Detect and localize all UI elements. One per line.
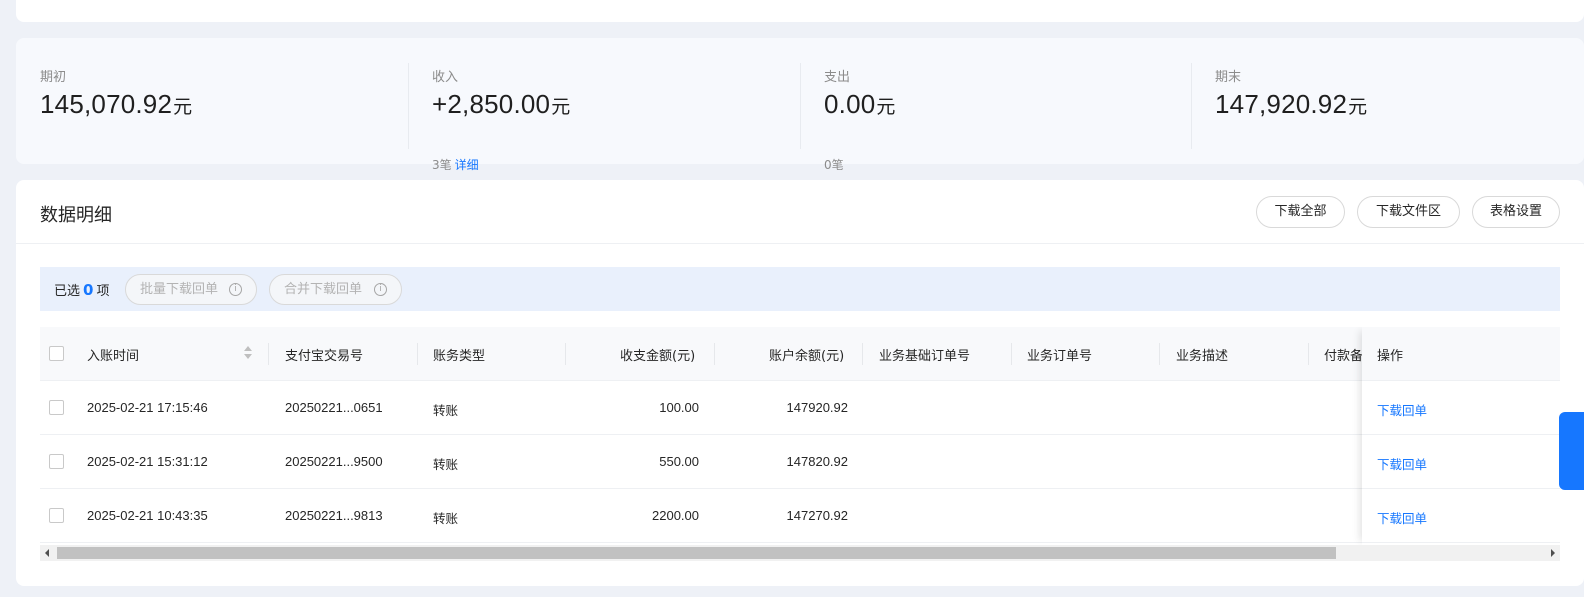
scrollbar-thumb[interactable]	[57, 547, 1336, 559]
balance-summary: 期初 145,070.92元 收入 +2,850.00元 3笔 详细 支出 0.0…	[16, 38, 1584, 172]
column-type: 账务类型	[433, 349, 486, 364]
column-divider	[565, 343, 566, 365]
horizontal-scrollbar[interactable]	[40, 545, 1560, 561]
floating-side-tab[interactable]	[1559, 412, 1584, 490]
transactions-table: 入账时间 支付宝交易号 账务类型 收支金额(元) 账户余额(元) 业务基础订单号…	[40, 327, 1560, 545]
selection-bar: 已选 0 项 批量下载回单 i 合并下载回单 i	[40, 267, 1560, 311]
merge-download-receipts-button[interactable]: 合并下载回单 i	[269, 274, 402, 305]
income-detail-link[interactable]: 详细	[455, 158, 479, 172]
cell-balance: 147820.92	[786, 454, 848, 469]
cell-balance: 147270.92	[786, 508, 848, 523]
column-divider	[714, 343, 715, 365]
expense-stat: 支出 0.00元 0笔	[800, 63, 1192, 172]
table-row: 2025-02-21 17:15:46 20250221...0651 转账 1…	[40, 381, 1560, 435]
column-divider	[1011, 343, 1012, 365]
info-circle-icon: i	[229, 283, 242, 296]
info-circle-icon: i	[374, 283, 387, 296]
download-receipt-link[interactable]: 下载回单	[1377, 508, 1427, 527]
cell-trade-no: 20250221...9500	[285, 454, 383, 469]
expense-amount: 0.00元	[824, 89, 896, 119]
column-payment-note: 付款备	[1324, 349, 1364, 364]
select-all-checkbox[interactable]	[49, 346, 64, 361]
action-cell: 下载回单	[1362, 435, 1560, 489]
closing-label: 期末	[1215, 70, 1242, 85]
cell-time: 2025-02-21 10:43:35	[87, 508, 208, 523]
row-checkbox[interactable]	[49, 400, 64, 415]
column-divider	[268, 343, 269, 365]
cell-time: 2025-02-21 15:31:12	[87, 454, 208, 469]
closing-stat: 期末 147,920.92元	[1191, 63, 1583, 151]
opening-label: 期初	[40, 70, 67, 85]
income-amount: +2,850.00元	[432, 89, 571, 119]
column-balance: 账户余额(元)	[769, 349, 845, 364]
column-base-order: 业务基础订单号	[879, 349, 971, 364]
action-header-cell: 操作	[1362, 327, 1560, 381]
cell-amount: 100.00	[659, 400, 699, 415]
row-checkbox[interactable]	[49, 508, 64, 523]
row-checkbox[interactable]	[49, 454, 64, 469]
income-label: 收入	[432, 70, 459, 85]
cell-trade-no: 20250221...0651	[285, 400, 383, 415]
column-trade-no: 支付宝交易号	[285, 349, 364, 364]
table-row: 2025-02-21 10:43:35 20250221...9813 转账 2…	[40, 489, 1560, 543]
cell-type: 转账	[433, 457, 459, 472]
cell-type: 转账	[433, 511, 459, 526]
cell-amount: 2200.00	[652, 508, 699, 523]
closing-amount: 147,920.92元	[1215, 89, 1368, 119]
table-settings-button[interactable]: 表格设置	[1472, 196, 1560, 228]
table-header: 入账时间 支付宝交易号 账务类型 收支金额(元) 账户余额(元) 业务基础订单号…	[40, 327, 1560, 381]
income-stat: 收入 +2,850.00元 3笔 详细	[408, 63, 800, 172]
data-detail-panel: 数据明细 下载全部 下载文件区 表格设置 已选 0 项 批量下载回单 i 合并下载回…	[16, 180, 1584, 586]
cell-balance: 147920.92	[786, 400, 848, 415]
divider	[408, 63, 409, 149]
action-cell: 下载回单	[1362, 489, 1560, 543]
scroll-left-icon[interactable]	[45, 549, 49, 557]
expense-count: 0笔	[824, 158, 844, 172]
top-card	[16, 0, 1584, 22]
column-divider	[862, 343, 863, 365]
sort-icon[interactable]	[244, 346, 252, 360]
column-divider	[1308, 343, 1309, 365]
table-row: 2025-02-21 15:31:12 20250221...9500 转账 5…	[40, 435, 1560, 489]
cell-type: 转账	[433, 403, 459, 418]
batch-download-receipts-button[interactable]: 批量下载回单 i	[125, 274, 257, 305]
column-divider	[1159, 343, 1160, 365]
detail-header: 数据明细 下载全部 下载文件区 表格设置	[16, 180, 1584, 244]
column-divider	[417, 343, 418, 365]
column-action: 操作	[1377, 349, 1404, 364]
download-receipt-link[interactable]: 下载回单	[1377, 454, 1427, 473]
detail-title: 数据明细	[40, 205, 112, 226]
expense-label: 支出	[824, 70, 851, 85]
cell-trade-no: 20250221...9813	[285, 508, 383, 523]
download-all-button[interactable]: 下载全部	[1256, 196, 1345, 228]
action-cell: 下载回单	[1362, 381, 1560, 435]
opening-stat: 期初 145,070.92元	[16, 63, 408, 151]
column-desc: 业务描述	[1176, 349, 1229, 364]
scroll-right-icon[interactable]	[1551, 549, 1555, 557]
divider	[1191, 63, 1192, 149]
cell-time: 2025-02-21 17:15:46	[87, 400, 208, 415]
column-time: 入账时间	[87, 349, 140, 364]
opening-amount: 145,070.92元	[40, 89, 193, 119]
column-amount: 收支金额(元)	[620, 349, 696, 364]
cell-amount: 550.00	[659, 454, 699, 469]
selected-count: 已选 0 项	[54, 281, 110, 299]
download-files-button[interactable]: 下载文件区	[1357, 196, 1460, 228]
divider	[800, 63, 801, 149]
income-count: 3笔 详细	[432, 158, 479, 172]
action-column: 操作 下载回单 下载回单 下载回单	[1362, 327, 1560, 545]
download-receipt-link[interactable]: 下载回单	[1377, 400, 1427, 419]
column-order: 业务订单号	[1027, 349, 1093, 364]
